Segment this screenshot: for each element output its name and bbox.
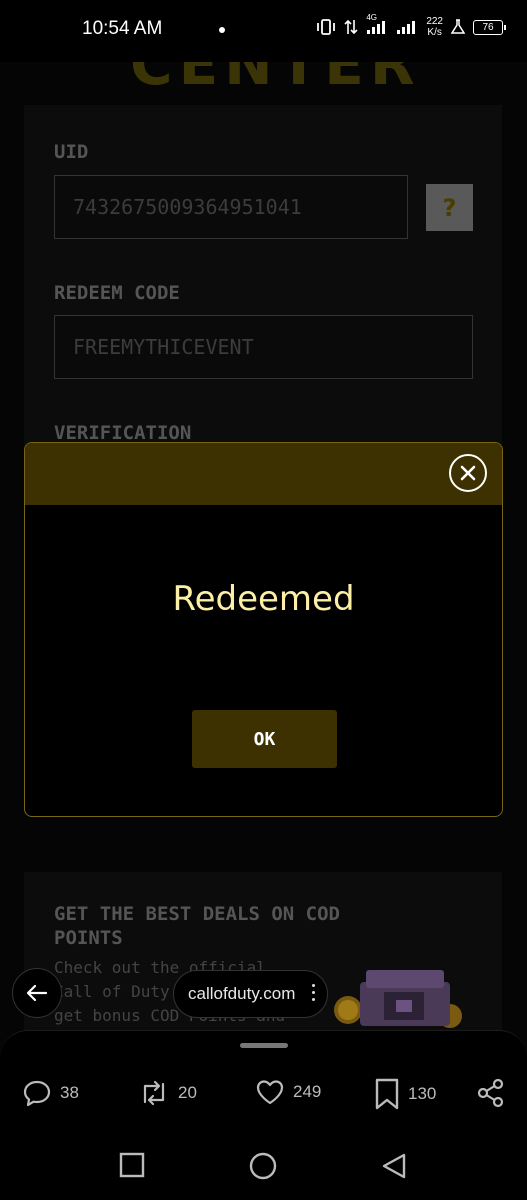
network-speed: 222 K/s — [426, 16, 443, 38]
cod-points-crate-image — [334, 970, 462, 1028]
uid-help-button[interactable]: ? — [426, 184, 473, 231]
uid-input[interactable]: 7432675009364951041 — [54, 175, 408, 239]
repost-count: 20 — [178, 1083, 197, 1102]
modal-header — [25, 443, 502, 505]
verification-label: VERIFICATION — [54, 422, 192, 444]
battery-icon: 76 — [473, 19, 506, 35]
reply-count: 38 — [60, 1083, 79, 1102]
modal-message: Redeemed — [172, 579, 355, 619]
circle-icon — [249, 1152, 277, 1180]
like-button[interactable]: 249 — [255, 1078, 321, 1106]
reply-button[interactable]: 38 — [22, 1078, 79, 1108]
close-icon[interactable] — [449, 454, 487, 492]
arrow-left-icon — [26, 984, 48, 1002]
drag-handle[interactable] — [240, 1043, 288, 1048]
repost-button[interactable]: 20 — [138, 1078, 197, 1108]
network-type: 4G — [366, 13, 377, 22]
back-nav-button[interactable] — [381, 1152, 407, 1180]
recents-button[interactable] — [119, 1152, 145, 1178]
uid-label: UID — [54, 141, 89, 163]
triangle-back-icon — [382, 1153, 406, 1179]
square-icon — [119, 1152, 145, 1178]
share-button[interactable] — [476, 1078, 506, 1108]
back-button[interactable] — [12, 968, 62, 1018]
like-count: 249 — [293, 1082, 322, 1101]
data-transfer-icon — [344, 19, 358, 35]
deals-title: GET THE BEST DEALS ON COD POINTS — [54, 903, 340, 949]
bookmark-button[interactable]: 130 — [374, 1078, 436, 1110]
home-button[interactable] — [249, 1152, 277, 1180]
url-text: callofduty.com — [188, 984, 296, 1003]
speed-unit: K/s — [427, 27, 442, 38]
url-chip[interactable]: callofduty.com — [173, 970, 328, 1018]
redeem-result-modal: Redeemed OK — [24, 442, 503, 817]
status-icons: 4G 222 K/s 76 — [316, 13, 506, 38]
speed-value: 222 — [426, 16, 443, 27]
heart-icon — [256, 1080, 284, 1105]
notification-dot-icon — [219, 27, 225, 33]
more-options-icon[interactable] — [312, 984, 315, 1001]
ok-button[interactable]: OK — [192, 710, 337, 768]
flask-icon — [451, 19, 465, 35]
share-icon — [477, 1078, 504, 1108]
signal-4g-icon: 4G — [366, 13, 388, 35]
system-nav-bar — [0, 1130, 527, 1200]
repost-icon — [143, 1080, 165, 1106]
signal-icon — [396, 19, 418, 35]
redeem-code-label: REDEEM CODE — [54, 282, 180, 304]
bookmark-icon — [375, 1078, 399, 1110]
bookmark-count: 130 — [408, 1084, 437, 1103]
status-time: 10:54 AM — [82, 18, 163, 39]
redeem-code-input[interactable]: FREEMYTHICEVENT — [54, 315, 473, 379]
vibrate-icon — [316, 19, 336, 35]
status-bar: 10:54 AM 4G 222 K/s 76 — [0, 0, 527, 62]
comment-icon — [23, 1080, 51, 1107]
